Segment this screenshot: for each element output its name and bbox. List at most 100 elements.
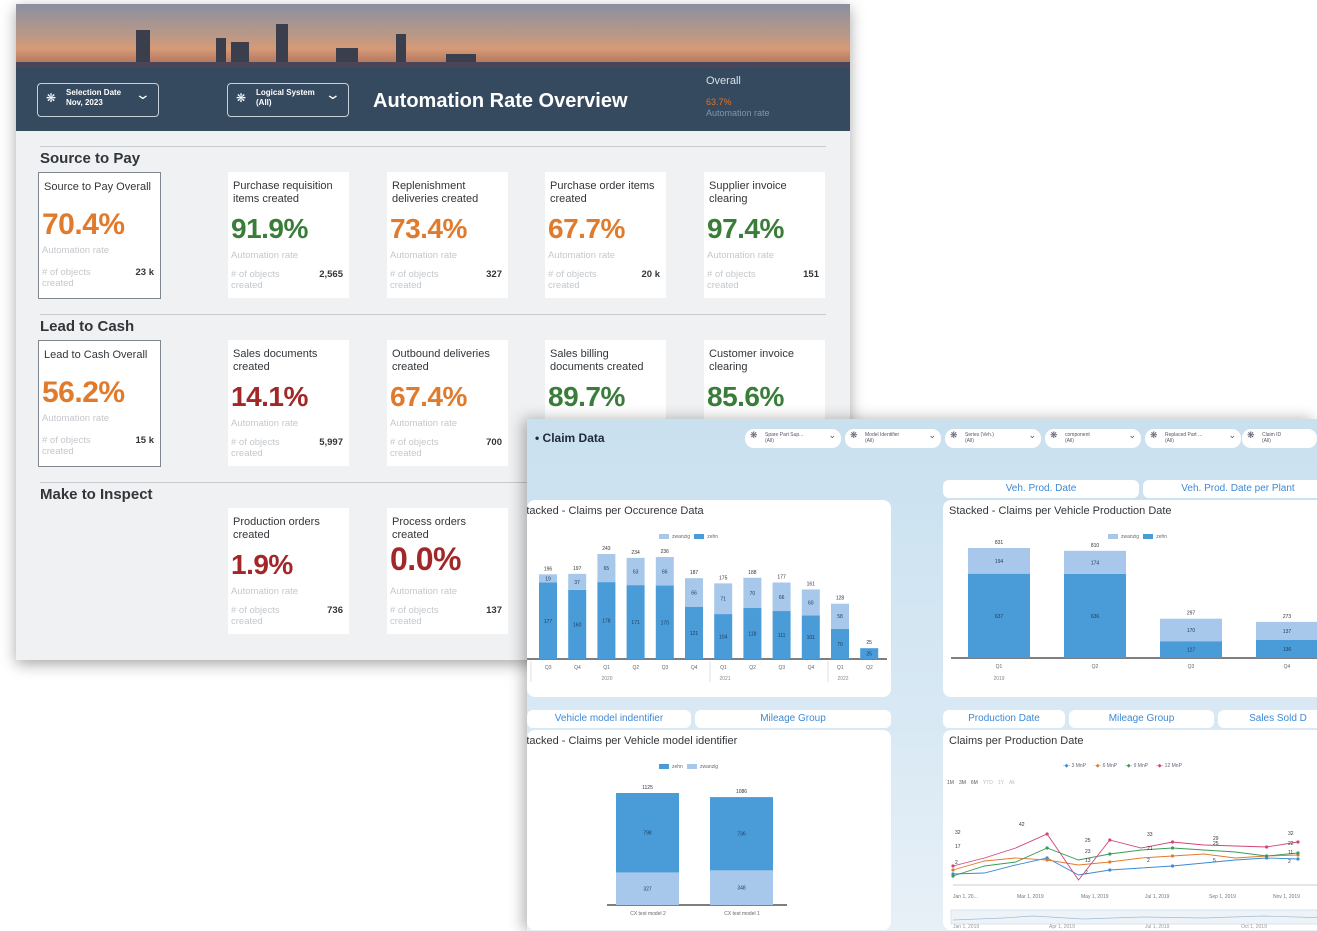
claim-filter[interactable]: ❋ Claim ID (All) [1242, 429, 1317, 448]
tab-sales-sold[interactable]: Sales Sold D [1218, 710, 1317, 728]
logical-system-filter[interactable]: ❋ Logical System (All) ⌄ [227, 83, 349, 117]
total-label: 187 [690, 570, 699, 576]
overall-value: 63.7% [706, 97, 732, 107]
tab-mileage-group-right[interactable]: Mileage Group [1069, 710, 1214, 728]
tab-veh-prod-date[interactable]: Veh. Prod. Date [943, 480, 1139, 498]
kpi-card[interactable]: Production orders created 1.9% Automation … [228, 508, 349, 634]
data-point [951, 868, 955, 872]
section-title: Lead to Cash [40, 318, 135, 335]
filter-icon: ❋ [1150, 430, 1158, 440]
kpi-card[interactable]: Outbound deliveries created 67.4% Automati… [387, 340, 508, 466]
data-label: 121 [690, 631, 699, 637]
data-label: 5 [1213, 858, 1216, 864]
data-label: 66 [662, 569, 668, 575]
data-point [1170, 864, 1175, 868]
data-label: 170 [661, 620, 670, 626]
kpi-objects-label: # of objects created [548, 269, 597, 291]
data-label: 22 [1288, 841, 1294, 847]
data-point [1108, 868, 1112, 872]
data-label: 25 [1085, 838, 1091, 844]
tab-production-date[interactable]: Production Date [943, 710, 1065, 728]
data-label: 32 [955, 830, 961, 836]
data-label: 66 [691, 590, 697, 596]
total-label: 236 [661, 549, 670, 555]
kpi-value: 14.1% [231, 381, 308, 412]
claim-filter[interactable]: ❋ Series (Veh.) (All) ⌄ [945, 429, 1041, 448]
total-label: 297 [1187, 611, 1196, 617]
data-label: 70 [750, 591, 756, 597]
data-point [1170, 846, 1175, 850]
chevron-down-icon: ⌄ [828, 430, 836, 440]
kpi-title: Replenishment deliveries created [392, 180, 479, 205]
kpi-card[interactable]: Replenishment deliveries created 73.4% Aut… [387, 172, 508, 298]
kpi-count: 23 k [135, 267, 155, 278]
tick-label: May 1, 2019 [1081, 894, 1109, 900]
data-point [1045, 832, 1049, 836]
data-point [1265, 845, 1269, 849]
kpi-card[interactable]: Sales documents created 14.1% Automation r… [228, 340, 349, 466]
data-label: 21 [1147, 846, 1153, 852]
data-label: 2 [1147, 858, 1150, 864]
data-label: 58 [837, 614, 843, 620]
data-label: 136 [1283, 647, 1292, 653]
claim-filter[interactable]: ❋ Spare Part Sup... (All) ⌄ [745, 429, 841, 448]
kpi-value: 89.7% [548, 381, 625, 412]
kpi-card[interactable]: Purchase order items created 67.7% Automat… [545, 172, 666, 298]
data-label: 2 [1085, 870, 1088, 876]
claim-filter[interactable]: ❋ Model Identifier (All) ⌄ [845, 429, 941, 448]
data-label: 70 [837, 642, 843, 648]
filter-icon: ❋ [46, 91, 57, 105]
kpi-count: 327 [486, 269, 502, 280]
kpi-count: 20 k [641, 269, 661, 280]
data-label: 23 [1085, 849, 1091, 855]
data-label: 71 [720, 597, 726, 603]
data-label: 104 [719, 635, 728, 641]
total-label: 175 [719, 575, 728, 581]
selection-date-filter[interactable]: ❋ Selection Date Nov, 2023 ⌄ [37, 83, 159, 117]
divider [40, 314, 826, 315]
tick-label: Q2 [749, 665, 756, 671]
data-label: 174 [1091, 560, 1100, 566]
kpi-count: 5,997 [319, 437, 343, 448]
claim-filter[interactable]: ❋ component (All) ⌄ [1045, 429, 1141, 448]
total-label: 177 [777, 575, 786, 581]
tab-veh-prod-date-per-plant[interactable]: Veh. Prod. Date per Plant [1143, 480, 1317, 498]
data-point [1108, 860, 1112, 864]
data-point [1108, 838, 1112, 842]
chevron-down-icon: ⌄ [134, 86, 152, 102]
tick-label: Q2 [866, 665, 873, 671]
kpi-count: 2,565 [319, 269, 343, 280]
kpi-objects-label: # of objects created [390, 437, 439, 459]
overall-kpi-card[interactable]: Lead to Cash Overall 56.2% Automation rate… [38, 340, 161, 467]
tick-label: Jan 1, 20... [953, 894, 978, 900]
filter-icon: ❋ [850, 430, 858, 440]
data-label: 11 [1288, 850, 1293, 856]
model-chart-panel: Stacked - Claims per Vehicle model ident… [527, 730, 891, 930]
tick-label: Q3 [778, 665, 785, 671]
kpi-count: 700 [486, 437, 502, 448]
data-label: 636 [1091, 614, 1100, 620]
data-label: 2 [955, 860, 958, 866]
tick-label: CX test model 1 [724, 911, 760, 917]
data-label: 170 [1187, 628, 1196, 634]
data-label: 25 [866, 652, 872, 658]
kpi-count: 15 k [135, 435, 155, 446]
data-label: 63 [633, 570, 639, 576]
kpi-card[interactable]: Purchase requisition items created 91.9% A… [228, 172, 349, 298]
data-point [1108, 852, 1112, 856]
kpi-card[interactable]: Process orders created 0.0% Automation rat… [387, 508, 508, 634]
kpi-card[interactable]: Supplier invoice clearing 97.4% Automation… [704, 172, 825, 298]
tab-vehicle-model[interactable]: Vehicle model indentifier [527, 710, 691, 728]
kpi-objects-label: # of objects created [42, 267, 91, 289]
tab-mileage-group[interactable]: Mileage Group [695, 710, 891, 728]
kpi-rate-label: Automation rate [231, 586, 299, 597]
tick-label: Q3 [545, 665, 552, 671]
total-label: 197 [573, 566, 582, 572]
tick-label: CX test model 2 [630, 911, 666, 917]
overall-kpi-card[interactable]: Source to Pay Overall 70.4% Automation rat… [38, 172, 161, 299]
group-label: 2022 [837, 676, 848, 682]
claim-filter[interactable]: ❋ Replaced Part ... (All) ⌄ [1145, 429, 1241, 448]
kpi-value: 67.7% [548, 213, 625, 244]
navigator-tick: Apr 1, 2019 [1049, 924, 1075, 930]
data-label: 637 [995, 614, 1004, 620]
